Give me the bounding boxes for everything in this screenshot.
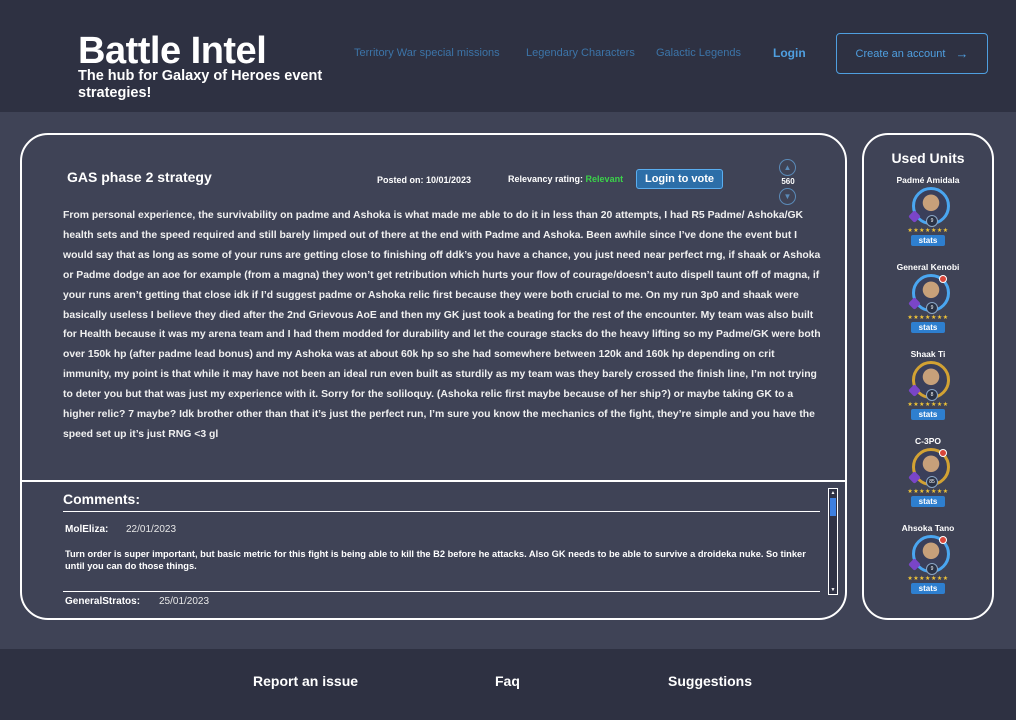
stats-button[interactable]: stats [911,322,945,333]
unit-card: C-3PO 85 ★★★★★★★ stats [864,436,992,523]
relevancy-rating: Relevancy rating: Relevant [508,174,623,184]
site-title[interactable]: Battle Intel [78,30,267,72]
post-card: GAS phase 2 strategy Posted on: 10/01/20… [20,133,847,620]
star-rating: ★★★★★★★ [907,489,949,495]
omicron-icon [939,536,947,544]
login-to-vote-button[interactable]: Login to vote [636,169,723,189]
post-date: Posted on: 10/01/2023 [377,175,472,185]
star-rating: ★★★★★★★ [907,315,949,321]
faq-link[interactable]: Faq [495,673,520,689]
comments-title: Comments: [63,491,141,507]
stats-button[interactable]: stats [911,235,945,246]
rank-badge: 85 [926,476,938,488]
create-account-label: Create an account [855,47,946,60]
unit-card: General Kenobi 9 ★★★★★★★ stats [864,262,992,349]
comments-scrollbar[interactable]: ▲ ▼ [828,488,838,595]
comment-text: Turn order is super important, but basic… [65,549,806,571]
downvote-icon[interactable]: ▼ [779,188,796,205]
report-issue-link[interactable]: Report an issue [253,673,358,689]
comment-date: 25/01/2023 [159,596,210,607]
stats-button[interactable]: stats [911,583,945,594]
used-units-panel: Used Units Padmé Amidala 9 ★★★★★★★ stats… [862,133,994,620]
comment-author: MolEliza: [65,524,109,535]
unit-name: Padmé Amidala [896,175,960,185]
site-subtitle: The hub for Galaxy of Heroes event strat… [78,68,323,101]
site-header: Battle Intel The hub for Galaxy of Heroe… [0,0,1016,112]
relevancy-value: Relevant [585,174,624,184]
unit-name: Ahsoka Tano [901,523,955,533]
star-rating: ★★★★★★★ [907,402,949,408]
relevancy-label: Relevancy rating: [508,174,584,184]
unit-name: General Kenobi [896,262,960,272]
vote-count: 560 [781,177,795,186]
unit-name: C-3PO [915,436,941,446]
divider [63,511,820,512]
rank-badge: 8 [926,389,938,401]
site-footer: Report an issue Faq Suggestions [0,649,1016,720]
rank-badge: 9 [926,563,938,575]
star-rating: ★★★★★★★ [907,228,949,234]
used-units-title: Used Units [891,150,965,166]
rank-badge: 9 [926,215,938,227]
nav-link-legendary-characters[interactable]: Legendary Characters [526,47,635,59]
unit-card: Padmé Amidala 9 ★★★★★★★ stats [864,175,992,262]
unit-card: Shaak Ti 8 ★★★★★★★ stats [864,349,992,436]
star-rating: ★★★★★★★ [907,576,949,582]
divider [22,480,845,482]
create-account-button[interactable]: Create an account → [836,33,988,74]
divider [63,591,820,592]
unit-card: Ahsoka Tano 9 ★★★★★★★ stats [864,523,992,610]
nav-link-galactic-legends[interactable]: Galactic Legends [656,47,741,59]
post-body: From personal experience, the survivabil… [63,210,821,440]
scroll-up-icon[interactable]: ▲ [830,490,836,496]
omicron-icon [939,449,947,457]
arrow-right-icon: → [955,46,969,61]
unit-name: Shaak Ti [910,349,946,359]
stats-button[interactable]: stats [911,409,945,420]
scroll-thumb[interactable] [830,498,836,516]
comment-date: 22/01/2023 [126,524,177,535]
post-title: GAS phase 2 strategy [67,169,212,185]
nav-link-territory-war[interactable]: Territory War special missions [354,47,500,59]
upvote-icon[interactable]: ▲ [779,159,796,176]
stats-button[interactable]: stats [911,496,945,507]
scroll-down-icon[interactable]: ▼ [830,587,836,593]
suggestions-link[interactable]: Suggestions [668,673,752,689]
login-link[interactable]: Login [773,46,806,60]
omicron-icon [939,275,947,283]
rank-badge: 9 [926,302,938,314]
comment-author: GeneralStratos: [65,596,141,607]
